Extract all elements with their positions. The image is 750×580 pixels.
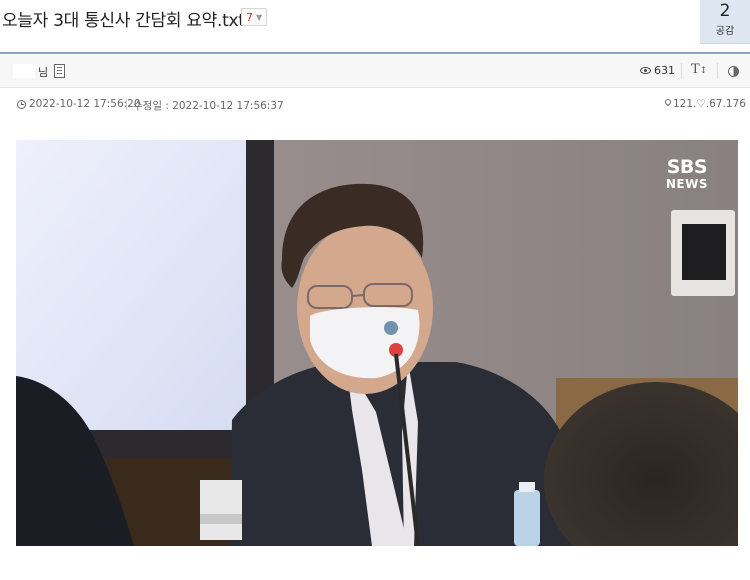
- article-image: SBS NEWS: [16, 140, 738, 546]
- post-meta: 2022-10-12 17:56:20 수정일 : 2022-10-12 17:…: [0, 97, 750, 117]
- broadcaster-logo: SBS NEWS: [665, 156, 708, 191]
- document-icon[interactable]: [54, 64, 65, 78]
- author-bar: 님 631 T↕: [0, 55, 750, 88]
- contrast-icon[interactable]: [728, 66, 739, 77]
- divider: [126, 99, 127, 110]
- logo-bottom-text: NEWS: [665, 177, 708, 191]
- ip-address: 121.♡.67.176: [673, 98, 746, 110]
- divider: [681, 63, 682, 79]
- location-pin-icon: [663, 97, 673, 107]
- clock-icon: [17, 100, 26, 109]
- view-count-block: 631: [640, 64, 675, 77]
- logo-top-text: SBS: [666, 156, 708, 178]
- comment-count: 7: [246, 10, 253, 24]
- header-divider: [0, 52, 750, 54]
- divider: [717, 63, 718, 79]
- eye-icon: [640, 67, 651, 74]
- posted-date: 2022-10-12 17:56:20: [29, 98, 141, 110]
- like-count: 2: [719, 1, 731, 21]
- modified-date: 수정일 : 2022-10-12 17:56:37: [133, 100, 284, 112]
- comment-count-badge[interactable]: 7 ▼: [241, 8, 268, 26]
- chevron-down-icon: ▼: [256, 12, 263, 22]
- like-button[interactable]: 2 공감: [700, 0, 750, 44]
- like-label: 공감: [715, 26, 735, 37]
- text-size-icon[interactable]: T↕: [691, 62, 707, 77]
- author-suffix: 님: [38, 66, 49, 79]
- post-header: 오늘자 3대 통신사 간담회 요약.txt 7 ▼ 2 공감: [0, 0, 750, 52]
- news-photo: [16, 140, 738, 546]
- author-name[interactable]: [13, 64, 35, 78]
- view-count: 631: [654, 64, 675, 77]
- post-title: 오늘자 3대 통신사 간담회 요약.txt: [2, 11, 245, 31]
